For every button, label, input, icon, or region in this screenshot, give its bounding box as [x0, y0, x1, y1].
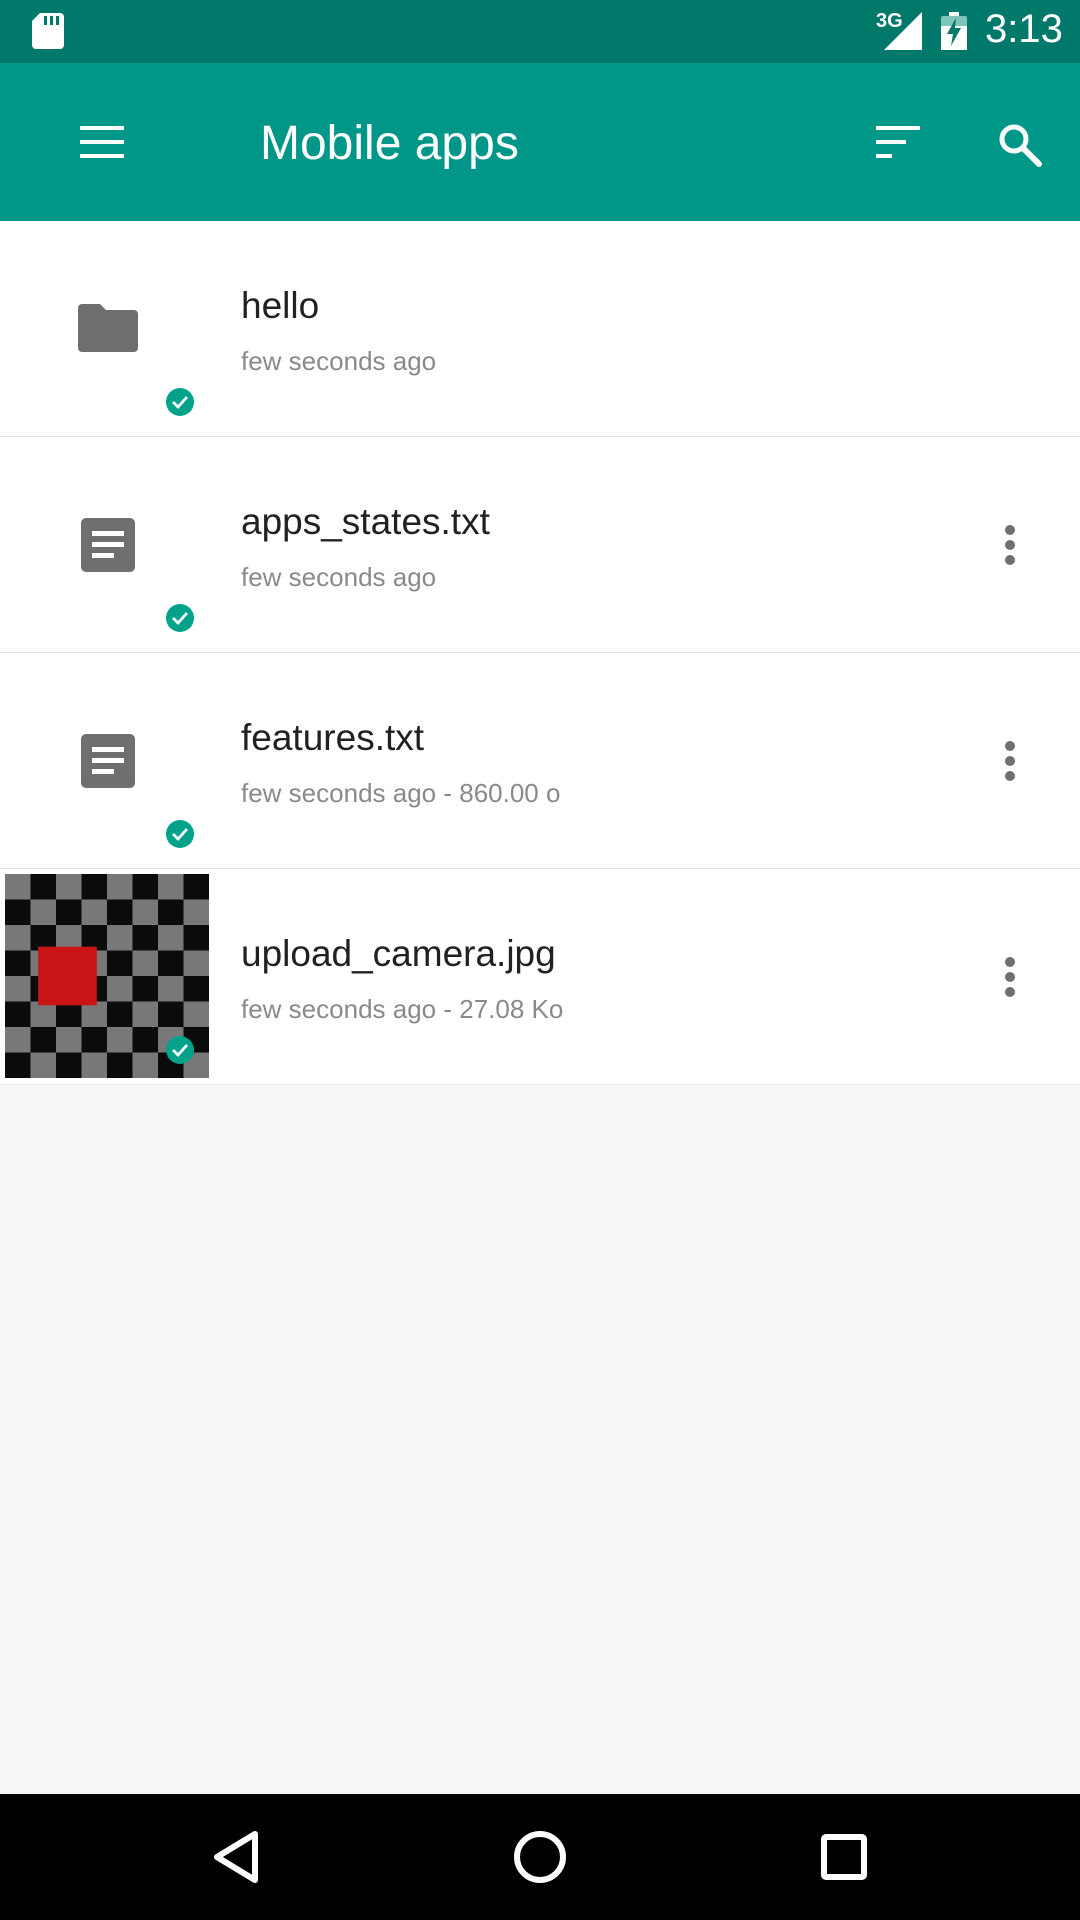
sort-button[interactable]: [870, 117, 930, 167]
more-options-button[interactable]: [990, 517, 1030, 573]
recents-button[interactable]: [811, 1824, 877, 1890]
list-item[interactable]: apps_states.txt few seconds ago: [0, 437, 1080, 653]
battery-charging-icon: [941, 12, 967, 50]
home-circle-icon: [514, 1831, 566, 1883]
file-name: upload_camera.jpg: [241, 933, 556, 974]
text-file-icon: [81, 518, 135, 572]
file-name: hello: [241, 285, 320, 326]
search-icon: [999, 124, 1042, 167]
home-button[interactable]: [507, 1824, 573, 1890]
more-vert-icon: [1005, 741, 1015, 781]
synced-check-icon: [166, 388, 194, 416]
sort-icon: [876, 126, 920, 158]
file-meta: few seconds ago: [241, 346, 437, 376]
synced-check-icon: [166, 1036, 194, 1064]
sd-card-icon: [32, 13, 64, 49]
list-item[interactable]: features.txt few seconds ago - 860.00 o: [0, 653, 1080, 869]
file-meta: few seconds ago: [241, 562, 437, 592]
more-options-button[interactable]: [990, 733, 1030, 789]
back-button[interactable]: [203, 1824, 269, 1890]
recents-square-icon: [821, 1834, 867, 1880]
file-name: apps_states.txt: [241, 501, 490, 542]
cell-signal-icon: [884, 12, 922, 50]
more-vert-icon: [1005, 525, 1015, 565]
list-item[interactable]: upload_camera.jpg few seconds ago - 27.0…: [0, 869, 1080, 1085]
system-nav-bar: [0, 1794, 1080, 1920]
more-vert-icon: [1005, 957, 1015, 997]
back-triangle-icon: [214, 1831, 258, 1883]
file-meta: few seconds ago - 860.00 o: [241, 778, 561, 808]
page-title: Mobile apps: [260, 117, 519, 170]
text-file-icon: [81, 734, 135, 788]
file-meta: few seconds ago - 27.08 Ko: [241, 994, 564, 1024]
status-bar: 3G 3:13: [0, 0, 1080, 63]
synced-check-icon: [166, 820, 194, 848]
file-name: features.txt: [241, 717, 425, 758]
file-list: hello few seconds ago apps_states.txt fe…: [0, 221, 1080, 1085]
clock: 3:13: [985, 7, 1063, 51]
list-item[interactable]: hello few seconds ago: [0, 221, 1080, 437]
more-options-button[interactable]: [990, 949, 1030, 1005]
hamburger-menu-button[interactable]: [68, 117, 138, 167]
folder-icon: [78, 304, 138, 352]
hamburger-menu-icon: [80, 126, 124, 158]
synced-check-icon: [166, 604, 194, 632]
search-button[interactable]: [990, 115, 1050, 175]
app-toolbar: Mobile apps: [0, 63, 1080, 221]
